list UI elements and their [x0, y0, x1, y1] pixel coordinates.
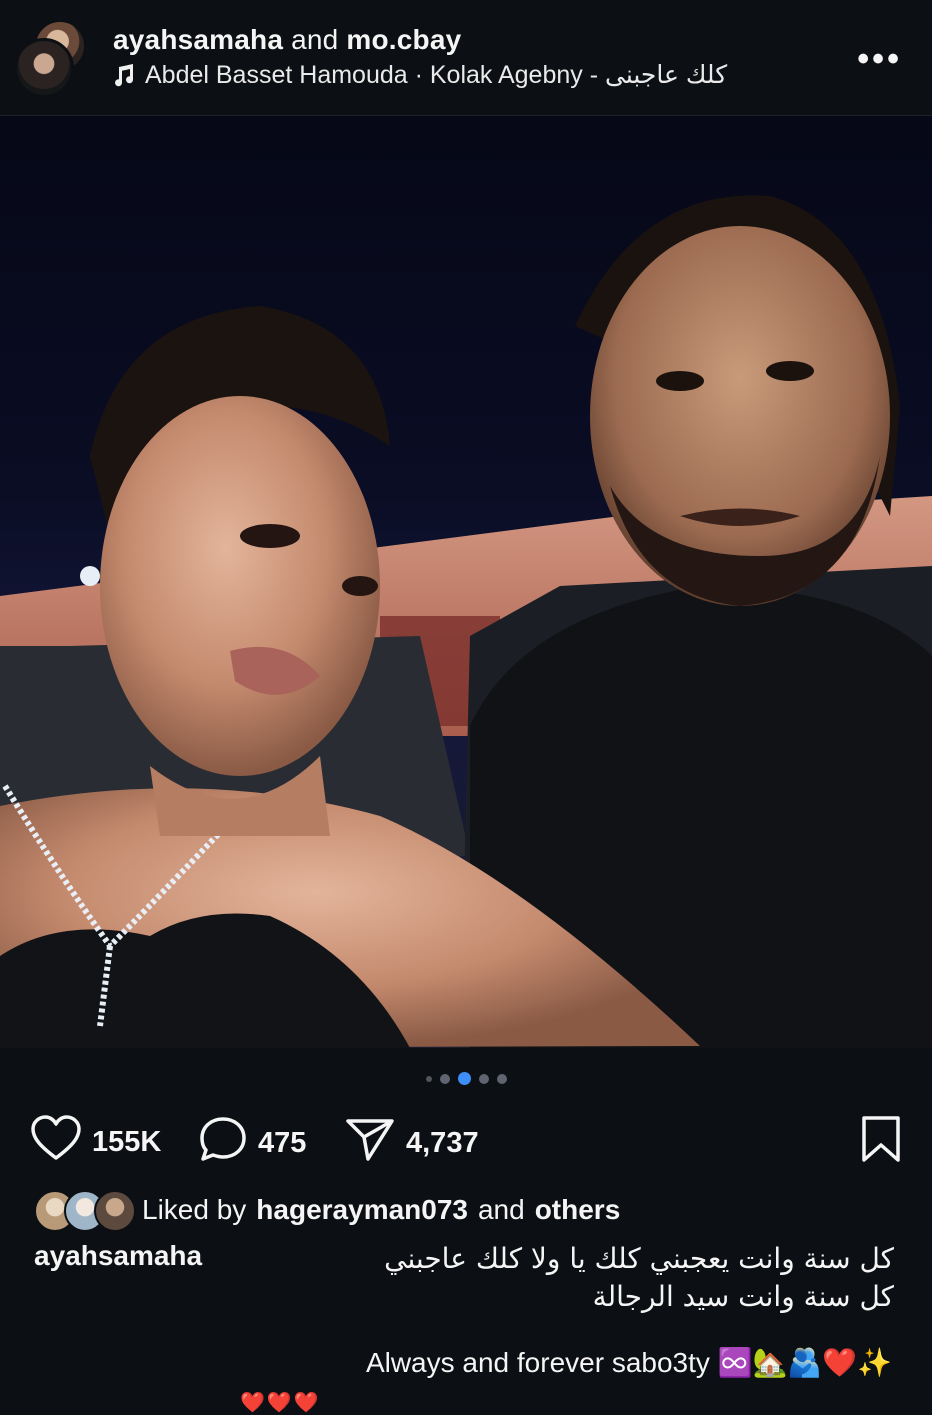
liked-by-user-link[interactable]: hagerayman073 [256, 1194, 468, 1226]
like-action[interactable]: 155K [30, 1115, 161, 1169]
music-note-icon [113, 63, 135, 87]
carousel-dot-active [457, 1072, 471, 1085]
carousel-dot [425, 1075, 432, 1082]
post-actions: 155K 475 4,737 [30, 1115, 902, 1165]
liked-by-prefix: Liked by [142, 1194, 247, 1225]
carousel-dot [478, 1073, 489, 1084]
collab-avatars[interactable] [14, 20, 88, 98]
audio-attribution[interactable]: Abdel Basset Hamouda · Kolak Agebny - كل… [113, 60, 727, 90]
caption-username[interactable]: ayahsamaha [34, 1240, 202, 1272]
more-options-icon[interactable]: ••• [857, 40, 902, 79]
liked-by-row[interactable]: Liked by hagerayman073 and others [34, 1190, 621, 1232]
liked-by-others-link[interactable]: others [535, 1194, 621, 1226]
avatar [94, 1190, 136, 1232]
share-action[interactable]: 4,737 [344, 1115, 479, 1171]
carousel-dot [439, 1073, 450, 1084]
comment-action[interactable]: 475 [198, 1115, 306, 1171]
heart-icon[interactable] [30, 1115, 82, 1169]
carousel-indicator [0, 1072, 932, 1085]
caption-arabic: كل سنة وانت يعجبني كلك يا ولا كلك عاجبني… [384, 1240, 894, 1316]
avatar-ayahsamaha[interactable] [14, 38, 74, 98]
liked-by-and: and [477, 1194, 525, 1225]
authors-and: and [291, 24, 339, 55]
author-link-mo-cbay[interactable]: mo.cbay [346, 24, 461, 55]
caption-english: Always and forever sabo3ty ♾️🏡🫂❤️✨ [365, 1347, 892, 1378]
liked-by-avatars [34, 1190, 136, 1232]
caption-line-2: كل سنة وانت سيد الرجالة [592, 1280, 894, 1313]
share-count: 4,737 [406, 1126, 479, 1159]
author-link-ayahsamaha[interactable]: ayahsamaha [113, 24, 283, 55]
send-icon[interactable] [344, 1115, 396, 1171]
post-media[interactable] [0, 116, 932, 1048]
like-count: 155K [92, 1125, 162, 1158]
comment-count: 475 [258, 1126, 307, 1159]
post-authors: ayahsamaha and mo.cbay [113, 24, 461, 56]
caption-line-1: كل سنة وانت يعجبني كلك يا ولا كلك عاجبني [384, 1242, 894, 1275]
selfie-photo [0, 195, 932, 1048]
bookmark-icon[interactable] [860, 1115, 902, 1168]
comment-icon[interactable] [198, 1115, 248, 1171]
caption-emoji-line: ❤️❤️❤️ [240, 1392, 321, 1414]
carousel-dot [496, 1073, 507, 1084]
audio-label: Abdel Basset Hamouda · Kolak Agebny - كل… [145, 61, 728, 89]
post-header: ayahsamaha and mo.cbay Abdel Basset Hamo… [0, 0, 932, 116]
